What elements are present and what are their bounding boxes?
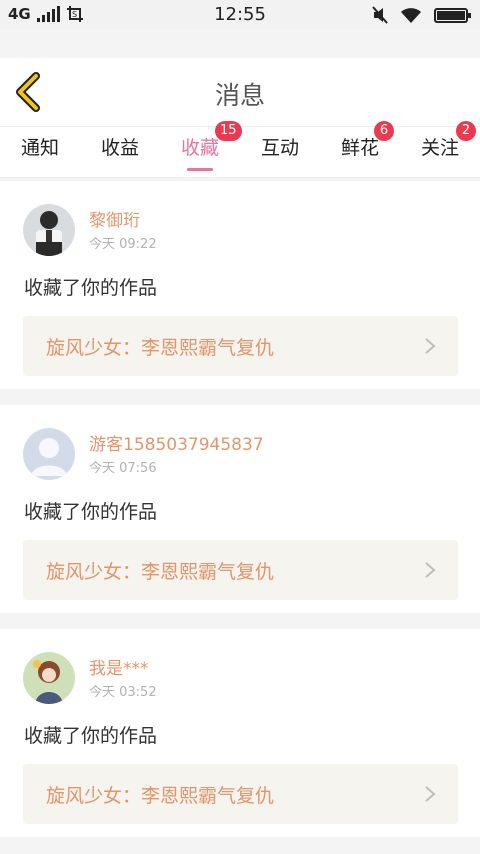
chevron-right-icon: [425, 786, 436, 802]
work-title: 旋风少女：李恩熙霸气复仇: [46, 561, 275, 583]
timestamp: 今天 09:22: [89, 237, 157, 252]
work-title: 旋风少女：李恩熙霸气复仇: [46, 785, 275, 807]
active-tab-indicator: [187, 168, 213, 171]
tab-flowers[interactable]: 鲜花 6: [320, 121, 400, 179]
tab-label: 鲜花: [340, 137, 379, 159]
tab-label: 收藏: [180, 137, 219, 159]
tab-favorites[interactable]: 收藏 15: [160, 121, 242, 179]
timestamp: 今天 03:52: [89, 685, 157, 700]
timestamp: 今天 07:56: [89, 461, 157, 476]
flowers-count-badge: 6: [374, 121, 394, 141]
mute-icon: [372, 6, 388, 24]
chevron-right-icon: [425, 338, 436, 354]
avatar[interactable]: [23, 428, 75, 480]
list-item: 我是*** 今天 03:52 收藏了你的作品 旋风少女：李恩熙霸气复仇: [0, 629, 480, 837]
work-link[interactable]: 旋风少女：李恩熙霸气复仇: [23, 316, 458, 376]
tab-label: 关注: [420, 137, 459, 159]
tab-interaction[interactable]: 互动: [240, 127, 320, 179]
favorites-count-badge: 15: [215, 121, 242, 141]
tab-label: 互动: [260, 137, 299, 159]
follow-count-badge: 2: [456, 121, 476, 141]
header: 消息: [0, 58, 480, 126]
battery-icon: [434, 7, 471, 23]
tab-follow[interactable]: 关注 2: [400, 121, 480, 179]
work-title: 旋风少女：李恩熙霸气复仇: [46, 337, 275, 359]
tab-label: 通知: [20, 137, 59, 159]
tab-earnings[interactable]: 收益: [80, 127, 160, 179]
work-link[interactable]: 旋风少女：李恩熙霸气复仇: [23, 540, 458, 600]
list-item: 黎御珩 今天 09:22 收藏了你的作品 旋风少女：李恩熙霸气复仇: [0, 181, 480, 389]
tab-label: 收益: [100, 137, 139, 159]
user-name[interactable]: 我是***: [89, 654, 149, 679]
message-text: 收藏了你的作品: [24, 501, 158, 523]
work-link[interactable]: 旋风少女：李恩熙霸气复仇: [23, 764, 458, 824]
tab-bar: 通知 收益 收藏 15 互动 鲜花 6 关注 2: [0, 121, 480, 179]
avatar[interactable]: [23, 204, 75, 256]
avatar[interactable]: [23, 652, 75, 704]
chevron-right-icon: [425, 562, 436, 578]
tab-notice[interactable]: 通知: [0, 127, 80, 179]
status-bar: 4G S 12:55: [0, 0, 480, 30]
user-name[interactable]: 黎御珩: [89, 206, 140, 231]
user-name[interactable]: 游客1585037945837: [89, 430, 264, 455]
message-text: 收藏了你的作品: [24, 725, 158, 747]
page-title: 消息: [214, 81, 265, 110]
wifi-icon: [401, 8, 421, 23]
message-text: 收藏了你的作品: [24, 277, 158, 299]
list-item: 游客1585037945837 今天 07:56 收藏了你的作品 旋风少女：李恩…: [0, 405, 480, 613]
